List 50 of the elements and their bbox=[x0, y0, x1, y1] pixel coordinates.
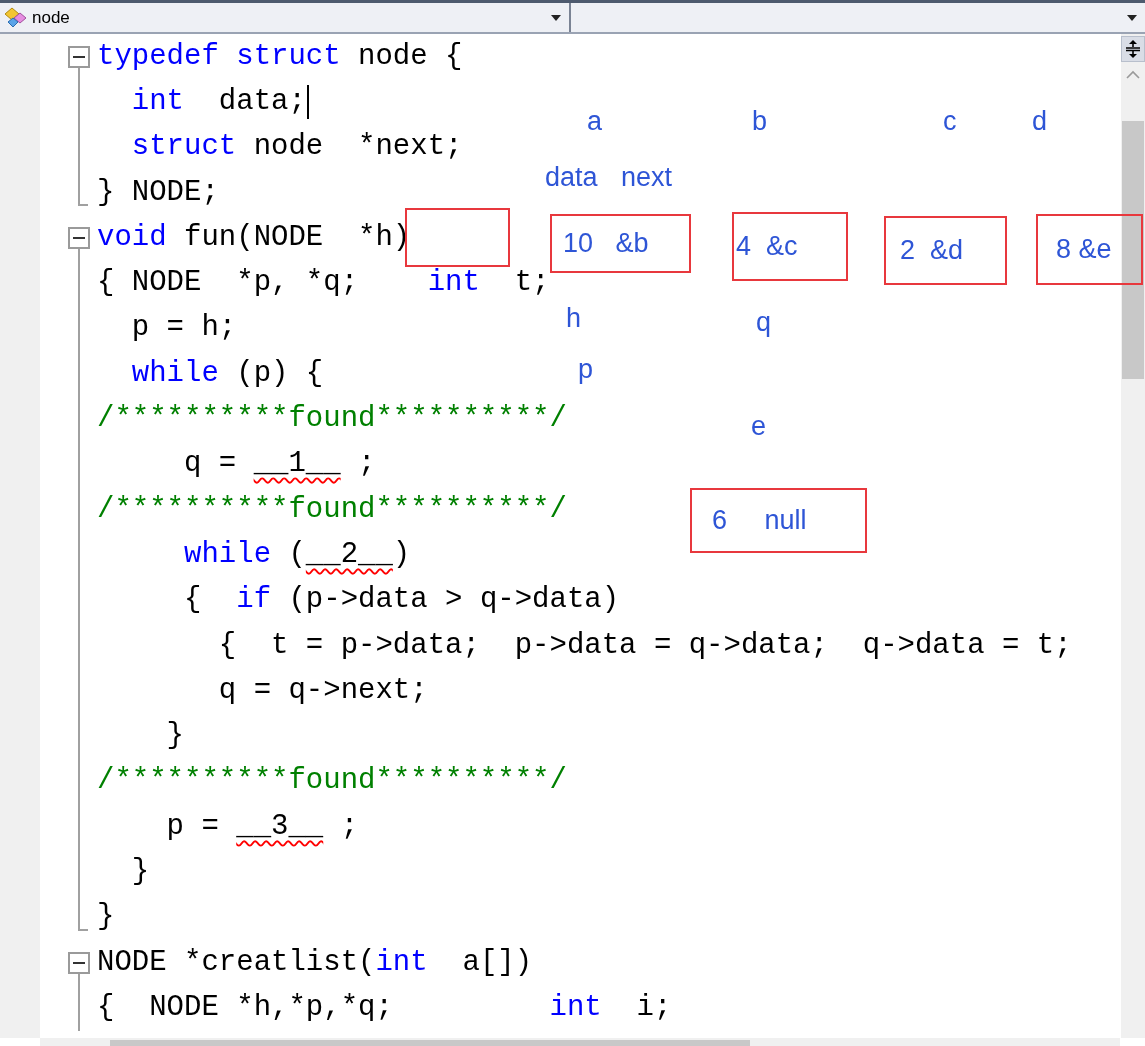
annotation-label: data bbox=[545, 161, 598, 194]
annotation-label: p bbox=[578, 353, 594, 386]
code-line: while (__2__) bbox=[183, 536, 411, 573]
fold-toggle[interactable] bbox=[68, 227, 90, 250]
code-line: p = __3__ ; bbox=[165, 808, 359, 845]
code-line: } NODE; bbox=[97, 174, 219, 211]
code-line: int data; bbox=[130, 83, 306, 120]
annotation-box: 2 &d bbox=[884, 216, 1007, 285]
code-line: void fun(NODE *h) bbox=[97, 219, 411, 256]
code-comment: /**********found**********/ bbox=[97, 401, 567, 437]
annotation-box: 10 &b bbox=[550, 214, 691, 273]
code-line: typedef struct node { bbox=[97, 38, 463, 75]
code-line: struct node *next; bbox=[130, 129, 463, 166]
fold-toggle[interactable] bbox=[68, 46, 90, 68]
scrollbar-thumb[interactable] bbox=[1122, 121, 1144, 379]
code-line: q = __1__ ; bbox=[183, 446, 376, 483]
annotation-box: 6 null bbox=[690, 488, 867, 553]
code-line: { if (p->data > q->data) bbox=[183, 582, 620, 619]
annotation-label: e bbox=[751, 410, 767, 443]
caret-icon bbox=[551, 14, 561, 21]
code-line: } bbox=[165, 718, 184, 755]
code-line: { NODE *h,*p,*q; int i; bbox=[97, 989, 672, 1026]
scrollbar-thumb[interactable] bbox=[110, 1040, 750, 1046]
horizontal-scrollbar[interactable] bbox=[40, 1038, 1120, 1046]
code-line: p = h; bbox=[130, 310, 237, 347]
code-line: } bbox=[97, 899, 115, 936]
vertical-scrollbar[interactable] bbox=[1121, 34, 1145, 1038]
split-icon bbox=[1125, 39, 1141, 59]
fold-toggle[interactable] bbox=[68, 951, 90, 974]
annotation-label: a bbox=[587, 105, 603, 138]
annotation-label: d bbox=[1032, 105, 1048, 138]
code-comment: /**********found**********/ bbox=[97, 763, 567, 800]
annotation-label: b bbox=[752, 105, 768, 138]
caret-icon bbox=[1127, 14, 1137, 21]
annotation-label: h bbox=[566, 302, 582, 335]
code-comment: /**********found**********/ bbox=[97, 491, 567, 528]
annotation-label: next bbox=[621, 161, 673, 194]
code-line: NODE *creatlist(int a[]) bbox=[97, 944, 533, 981]
split-button[interactable] bbox=[1121, 36, 1145, 62]
code-line: } bbox=[130, 854, 150, 890]
shapes-icon bbox=[4, 6, 28, 29]
scroll-up-icon[interactable] bbox=[1126, 70, 1140, 79]
code-line: while (p) { bbox=[130, 355, 324, 392]
code-line: q = q->next; bbox=[217, 672, 428, 709]
annotation-box: 8 &e bbox=[1036, 214, 1143, 285]
annotation-label: c bbox=[943, 105, 957, 138]
annotation-label: q bbox=[756, 306, 772, 339]
code-line: { NODE *p, *q; int t; bbox=[97, 265, 550, 302]
code-line: { t = p->data; p->data = q->data; q->data = t; bbox=[217, 627, 1072, 664]
annotation-box: 4 &c bbox=[732, 212, 848, 281]
